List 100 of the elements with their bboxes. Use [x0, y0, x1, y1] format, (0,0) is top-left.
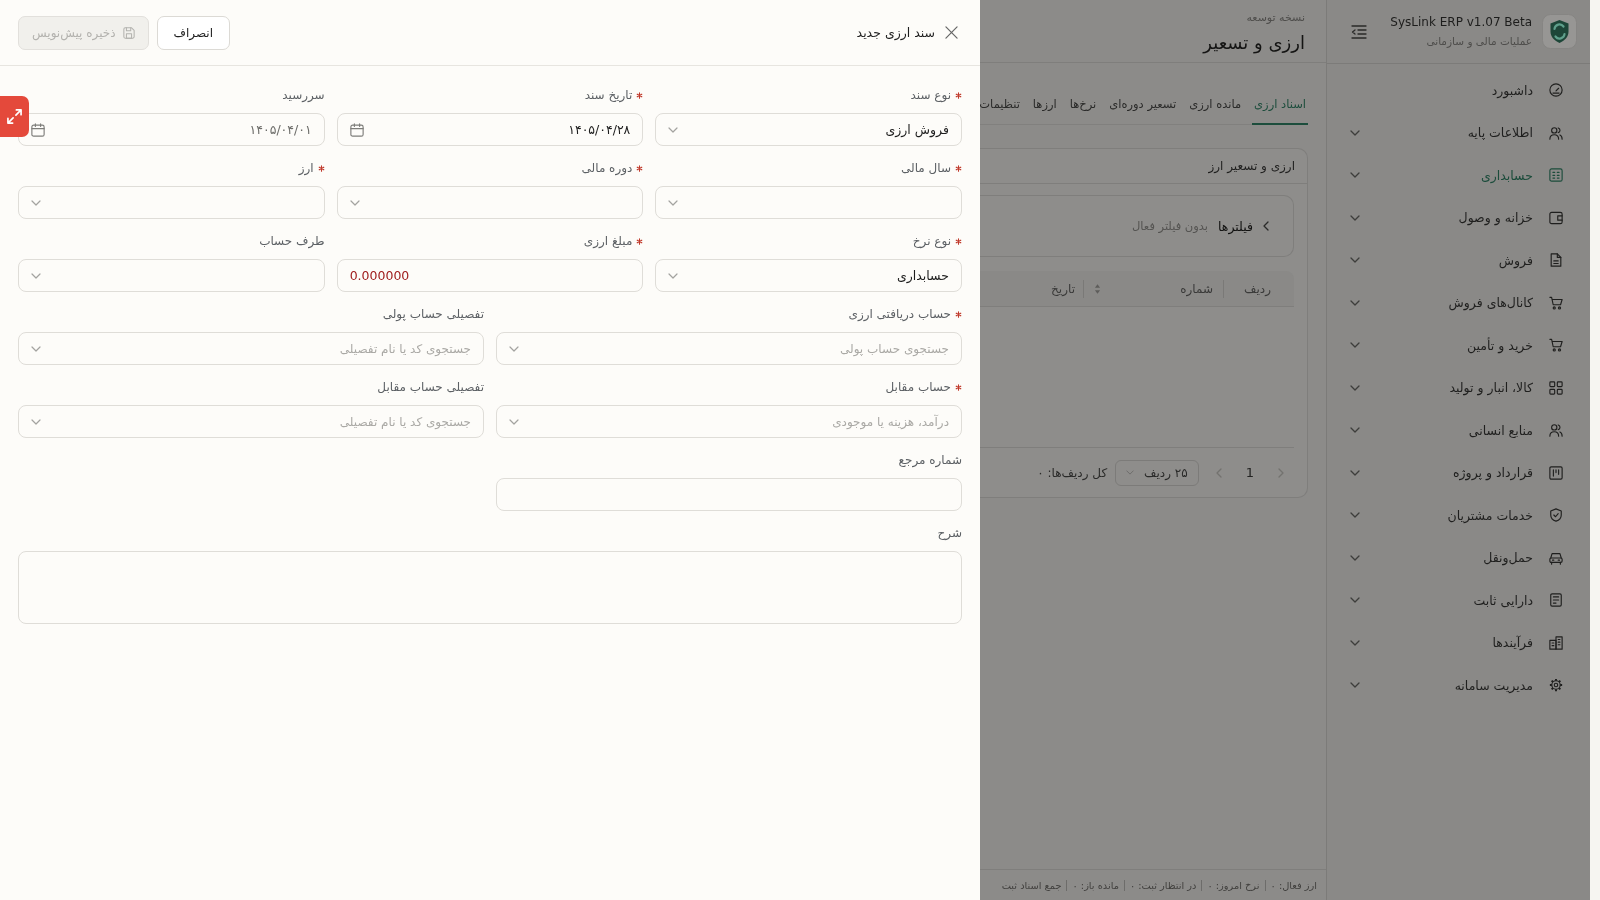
tab[interactable]: تسعیر دوره‌ای	[1107, 87, 1179, 125]
number-field[interactable]: 0.000000	[336, 259, 644, 292]
gauge-icon	[1549, 83, 1563, 98]
sidebar-item[interactable]: اطلاعات پایه	[1327, 111, 1590, 154]
tab[interactable]: تنظیمات	[980, 87, 1022, 125]
page-title: ارزی و تسعیر	[1203, 31, 1305, 56]
sidebar-item[interactable]: خزانه و وصول	[1327, 196, 1590, 239]
expand-arrows-icon	[7, 109, 22, 124]
date-field[interactable]: ۱۴۰۵/۰۴/۰۱	[18, 113, 325, 146]
textarea-field[interactable]	[18, 551, 962, 624]
app-title: SysLink ERP v1.07 Beta	[1390, 14, 1532, 31]
chevron-down-icon	[668, 126, 679, 133]
select-field[interactable]: فروش ارزی	[655, 113, 962, 146]
ledger-icon	[1549, 593, 1563, 608]
field-label: تفصیلی حساب پولی	[382, 306, 484, 323]
sort-icon[interactable]	[1094, 282, 1101, 295]
buildings-icon	[1549, 635, 1563, 650]
cart-icon	[1549, 295, 1563, 310]
spreadsheet-icon	[1549, 168, 1563, 183]
gear-icon	[1549, 678, 1563, 693]
shield-check-icon	[1549, 508, 1563, 523]
grid-icon	[1549, 380, 1563, 395]
select-field[interactable]	[18, 186, 325, 219]
tab[interactable]: اسناد ارزی	[1252, 87, 1308, 125]
column-header: تاریخ	[1051, 281, 1075, 296]
page-size-select[interactable]: ۲۵ ردیف	[1115, 459, 1199, 486]
tab[interactable]: مانده ارزی	[1187, 87, 1244, 125]
board-icon	[1549, 465, 1563, 480]
field-label: تاریخ سند	[584, 87, 633, 105]
close-icon[interactable]	[945, 26, 958, 39]
sidebar-item[interactable]: قرارداد و پروژه	[1327, 451, 1590, 494]
chevron-down-icon	[668, 199, 679, 206]
select-field[interactable]	[655, 186, 962, 219]
filter-status: بدون فیلتر فعال	[1132, 219, 1209, 233]
select-field[interactable]	[336, 186, 644, 219]
chevron-right-icon[interactable]	[1278, 467, 1284, 478]
text-field[interactable]	[496, 478, 962, 511]
field-label: حساب دریافتی ارزی	[848, 306, 951, 323]
calendar-icon	[349, 122, 364, 137]
chevron-down-icon	[509, 418, 519, 425]
page-number[interactable]: 1	[1245, 465, 1254, 480]
chevron-down-icon	[668, 272, 679, 279]
sidebar-item[interactable]: خدمات مشتریان	[1327, 494, 1590, 537]
sidebar-item[interactable]: کانال‌های فروش	[1327, 281, 1590, 324]
field-label: نوع نرخ	[912, 233, 951, 251]
field-label: مبلغ ارزی	[583, 233, 633, 250]
field-label: شرح	[937, 525, 962, 542]
field-label: سال مالی	[901, 160, 951, 177]
logo-icon	[1542, 14, 1577, 49]
calendar-icon	[31, 122, 45, 137]
chevron-down-icon	[1126, 470, 1135, 475]
status-item: جمع اسناد ثبت	[1001, 879, 1062, 891]
document-icon	[1549, 253, 1563, 268]
field-label: دوره مالی	[581, 160, 633, 178]
sidebar-item[interactable]: فروش	[1327, 239, 1590, 282]
chevron-down-icon	[509, 345, 519, 352]
cart-icon	[1549, 338, 1563, 353]
wallet-icon	[1549, 210, 1563, 225]
app-subtitle: عملیات مالی و سازمانی	[1426, 34, 1532, 49]
sidebar-item[interactable]: دارایی ثابت	[1327, 579, 1590, 622]
chevron-left-icon[interactable]	[1263, 221, 1269, 231]
sidebar-item[interactable]: کالا، انبار و تولید	[1327, 366, 1590, 409]
sidebar-item[interactable]: داشبورد	[1327, 69, 1590, 112]
filter-title[interactable]: فیلترها	[1218, 218, 1253, 234]
expand-button[interactable]	[0, 96, 29, 137]
field-label: حساب مقابل	[885, 379, 951, 396]
sidebar-item[interactable]: حمل‌ونقل	[1327, 536, 1590, 579]
tab[interactable]: ارزها	[1030, 87, 1059, 125]
sidebar-item[interactable]: حسابداری	[1327, 154, 1590, 197]
sidebar-item[interactable]: فرآیندها	[1327, 621, 1590, 664]
chevron-down-icon	[31, 272, 41, 279]
field-label: تفصیلی حساب مقابل	[377, 379, 484, 396]
sidebar-item[interactable]: مدیریت سامانه	[1327, 664, 1590, 707]
cancel-button[interactable]: انصراف	[156, 15, 231, 50]
status-item: در انتظار ثبت: ۰	[1129, 879, 1197, 891]
date-field[interactable]: ۱۴۰۵/۰۴/۲۸	[336, 113, 644, 146]
column-header: ردیف	[1244, 281, 1271, 296]
field-label: طرف حساب	[259, 233, 325, 251]
field-label: شماره مرجع	[898, 452, 962, 470]
chevron-down-icon	[31, 418, 41, 425]
chevron-down-icon	[31, 345, 41, 352]
car-icon	[1549, 550, 1563, 565]
chevron-down-icon	[349, 199, 360, 206]
users-icon	[1549, 125, 1563, 140]
tab[interactable]: نرخ‌ها	[1067, 87, 1099, 125]
field-label: نوع سند	[910, 87, 951, 105]
field-label: سررسید	[282, 87, 325, 104]
sidebar-item[interactable]: منابع انسانی	[1327, 409, 1590, 452]
menu-icon[interactable]	[1351, 24, 1367, 39]
field-label: ارز	[298, 160, 314, 178]
chevron-down-icon	[31, 199, 41, 206]
drawer-title: سند ارزی جدید	[856, 25, 935, 40]
sidebar-item[interactable]: خرید و تأمین	[1327, 324, 1590, 367]
users-icon	[1549, 423, 1563, 438]
column-header: شماره	[1180, 281, 1213, 296]
select-field[interactable]: حسابداری	[655, 259, 962, 292]
page-caption: نسخه توسعه	[1246, 10, 1305, 26]
select-field[interactable]	[18, 259, 325, 292]
card-title: ارزی و تسعیر ارز	[1208, 159, 1295, 173]
row-total: کل ردیف‌ها: ۰	[1037, 465, 1108, 480]
